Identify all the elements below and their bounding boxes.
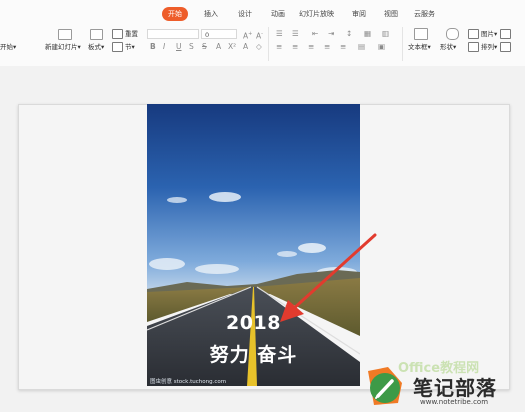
section-button[interactable]: 节▾ — [112, 42, 135, 52]
tab-review[interactable]: 审阅 — [352, 7, 366, 21]
picture-button[interactable]: 图片▾ — [468, 29, 497, 39]
start-button[interactable]: 开始▾ — [0, 42, 16, 52]
align-center-icon[interactable]: ≡ — [292, 42, 298, 52]
red-arrow-annotation — [280, 233, 377, 322]
tab-view[interactable]: 视图 — [384, 7, 398, 21]
text-direction-icon[interactable]: ▦ — [364, 29, 371, 39]
divider — [268, 27, 269, 61]
font-name-input[interactable] — [147, 29, 199, 39]
strikethrough-icon[interactable]: S — [202, 42, 207, 52]
distribute-icon[interactable]: ≡ — [340, 42, 346, 52]
tab-cloud[interactable]: 云服务 — [414, 7, 435, 21]
bold-icon[interactable]: B — [150, 42, 156, 52]
indent-decrease-icon[interactable]: ⇤ — [312, 29, 318, 39]
font-shrink-icon[interactable]: A- — [256, 29, 263, 42]
tab-design[interactable]: 设计 — [238, 7, 252, 21]
reset-icon — [112, 29, 123, 39]
tab-home[interactable]: 开始 — [162, 7, 188, 21]
find-button[interactable] — [500, 29, 513, 39]
indent-increase-icon[interactable]: ⇥ — [328, 29, 334, 39]
layout-icon[interactable] — [90, 29, 103, 40]
line-spacing-icon[interactable]: ↕ — [346, 29, 352, 39]
superscript-icon[interactable]: X² — [228, 42, 236, 52]
font-size-input[interactable]: 0 — [201, 29, 237, 39]
ribbon: 开始 插入 设计 动画 幻灯片放映 审阅 视图 云服务 重置 0 A+ A- ☰… — [0, 0, 525, 67]
columns-icon[interactable]: ▥ — [382, 29, 389, 39]
replace-icon — [500, 42, 511, 52]
textbox-button[interactable]: 文本框▾ — [408, 42, 431, 52]
align-left-icon[interactable]: ≡ — [276, 42, 282, 52]
replace-button[interactable] — [500, 42, 513, 52]
smartart-icon[interactable]: ▣ — [378, 42, 385, 52]
shape-icon[interactable] — [446, 28, 459, 40]
numbered-list-icon[interactable]: ☰ — [292, 29, 299, 39]
picture-icon — [468, 29, 479, 39]
watermark-logo-icon — [368, 367, 402, 405]
tab-insert[interactable]: 插入 — [204, 7, 218, 21]
ribbon-tabs: 开始 插入 设计 动画 幻灯片放映 审阅 视图 云服务 — [0, 7, 525, 23]
align-text-icon[interactable]: ▤ — [358, 42, 365, 52]
textbox-icon[interactable] — [414, 28, 428, 40]
divider — [402, 27, 403, 61]
arrange-icon — [468, 42, 479, 52]
italic-icon[interactable]: I — [163, 42, 165, 52]
find-icon — [500, 29, 511, 39]
section-icon — [112, 42, 123, 52]
layout-button[interactable]: 板式▾ — [88, 42, 104, 52]
new-slide-icon[interactable] — [58, 29, 72, 40]
justify-icon[interactable]: ≡ — [324, 42, 330, 52]
clear-format-icon[interactable]: ◇ — [256, 42, 262, 52]
shape-button[interactable]: 形状▾ — [440, 42, 456, 52]
underline-icon[interactable]: U — [176, 42, 182, 52]
reset-button[interactable]: 重置 — [112, 29, 138, 39]
align-right-icon[interactable]: ≡ — [308, 42, 314, 52]
tab-animation[interactable]: 动画 — [271, 7, 285, 21]
font-grow-icon[interactable]: A+ — [243, 29, 252, 42]
photo-credit: 图虫创意 stock.tuchong.com — [150, 379, 227, 385]
slide-title-motto[interactable]: 努力 奋斗 — [147, 340, 360, 367]
arrange-button[interactable]: 排列▾ — [468, 42, 497, 52]
tab-slideshow[interactable]: 幻灯片放映 — [299, 7, 334, 21]
bullet-list-icon[interactable]: ☰ — [276, 29, 283, 39]
font-color-icon[interactable]: A — [243, 42, 248, 52]
char-spacing-icon[interactable]: A — [216, 42, 221, 52]
watermark-site-name: 笔记部落 — [413, 376, 497, 400]
new-slide-button[interactable]: 新建幻灯片▾ — [45, 42, 81, 52]
shadow-icon[interactable]: S — [189, 42, 194, 52]
watermark-url: www.notetribe.com — [420, 398, 489, 406]
